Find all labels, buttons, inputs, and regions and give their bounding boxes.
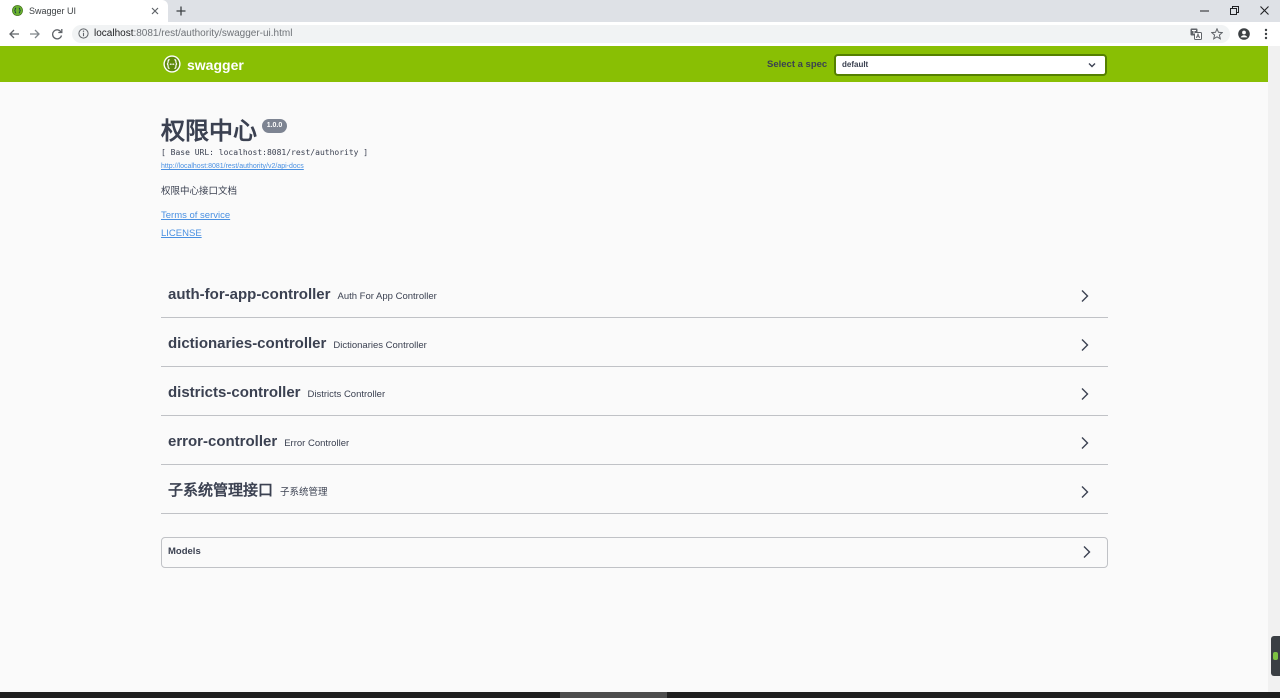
version-badge: 1.0.0 [262,119,287,133]
tag-section[interactable]: districts-controller Districts Controller [161,367,1108,416]
chevron-right-icon[interactable] [1080,289,1090,303]
tag-description: Districts Controller [307,389,386,400]
forward-arrow-icon[interactable] [29,28,41,40]
chevron-right-icon[interactable] [1080,436,1090,450]
extension-widget[interactable] [1271,636,1280,676]
minimize-icon[interactable] [1199,5,1210,16]
tag-name[interactable]: 子系统管理接口 [168,482,273,499]
tag-name[interactable]: districts-controller [168,384,301,401]
menu-icon[interactable] [1263,28,1269,40]
api-title: 权限中心 [161,118,257,145]
terms-of-service-link[interactable]: Terms of service [161,210,230,222]
api-docs-link[interactable]: http://localhost:8081/rest/authority/v2/… [161,162,304,171]
tab-title: Swagger UI [29,6,77,16]
tag-section[interactable]: 子系统管理接口 子系统管理 [161,465,1108,514]
chevron-down-icon [1088,61,1096,69]
base-url: [ Base URL: localhost:8081/rest/authorit… [161,148,369,157]
star-icon[interactable] [1211,28,1223,40]
tag-name[interactable]: dictionaries-controller [168,335,326,352]
url-text[interactable]: localhost:8081/rest/authority/swagger-ui… [94,28,292,40]
tag-section[interactable]: error-controller Error Controller [161,416,1108,465]
info-icon[interactable] [78,28,89,39]
taskbar [0,692,1280,698]
select-spec-label: Select a spec [767,59,828,70]
new-tab-icon[interactable] [176,6,186,16]
chevron-right-icon[interactable] [1080,338,1090,352]
chevron-right-icon[interactable] [1082,545,1092,559]
swagger-favicon-icon [12,5,23,16]
swagger-logo-icon[interactable] [163,55,181,73]
restore-icon[interactable] [1229,5,1240,16]
tag-description: Auth For App Controller [337,291,437,302]
taskbar-active-item[interactable] [560,692,667,698]
tag-section[interactable]: auth-for-app-controller Auth For App Cont… [161,269,1108,318]
brand-name[interactable]: swagger [187,57,244,73]
spec-select[interactable]: default [834,54,1107,76]
tag-name[interactable]: error-controller [168,433,277,450]
tag-list: auth-for-app-controller Auth For App Cont… [161,269,1108,514]
back-arrow-icon[interactable] [8,28,20,40]
api-description: 权限中心接口文档 [161,186,238,197]
chevron-right-icon[interactable] [1080,485,1090,499]
models-section[interactable]: Models [161,537,1108,568]
license-link[interactable]: LICENSE [161,228,202,240]
chevron-right-icon[interactable] [1080,387,1090,401]
reload-icon[interactable] [51,28,63,40]
tag-name[interactable]: auth-for-app-controller [168,286,331,303]
account-icon[interactable] [1238,28,1250,40]
tag-description: 子系统管理 [280,487,328,498]
url-host: localhost [94,28,134,39]
models-label: Models [168,546,201,557]
widget-indicator [1273,652,1278,660]
tag-description: Dictionaries Controller [333,340,427,351]
vertical-scrollbar[interactable] [1268,46,1280,692]
tab-strip [0,0,1280,22]
tag-description: Error Controller [284,438,350,449]
spec-select-value: default [842,60,869,69]
browser-tab[interactable]: Swagger UI [0,0,168,22]
close-icon[interactable] [151,7,159,15]
tag-section[interactable]: dictionaries-controller Dictionaries Cont… [161,318,1108,367]
translate-icon[interactable] [1190,28,1202,40]
url-path: :8081/rest/authority/swagger-ui.html [133,28,293,39]
window-close-icon[interactable] [1259,5,1270,16]
